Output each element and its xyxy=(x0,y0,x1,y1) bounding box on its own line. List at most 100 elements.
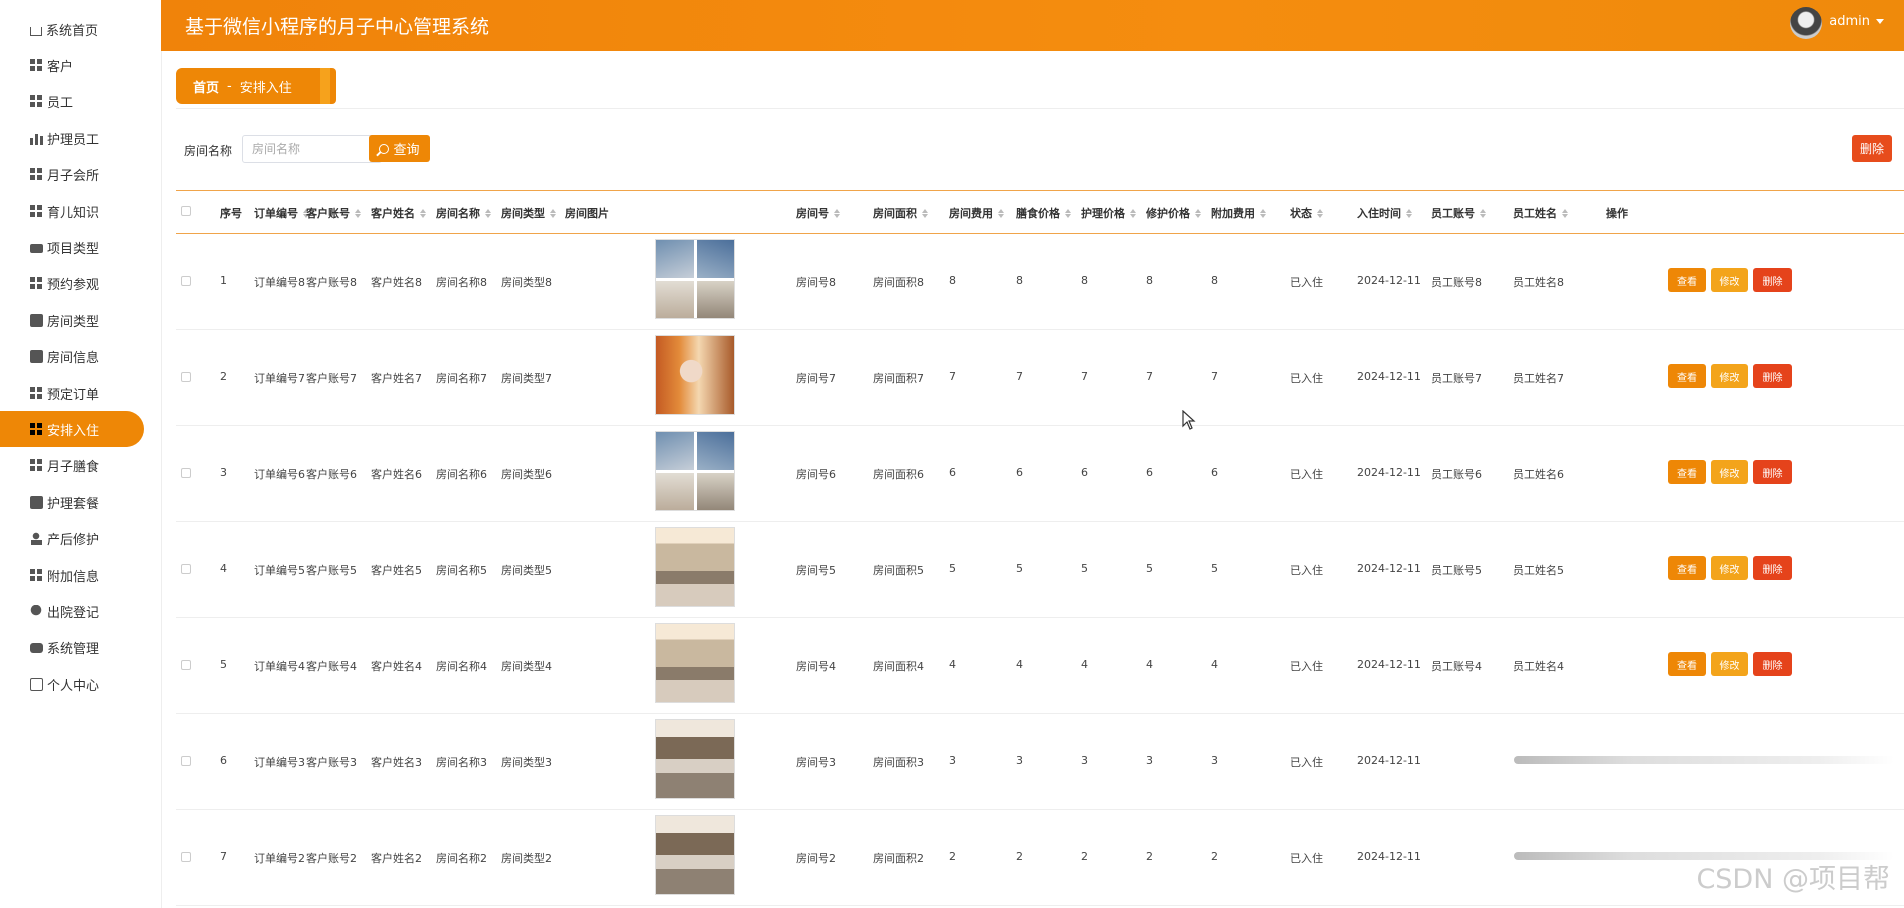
search-input[interactable] xyxy=(242,135,382,163)
living-room-photo-icon[interactable] xyxy=(655,623,735,703)
sidebar-item[interactable]: 月子会所 xyxy=(0,157,161,193)
sort-icon[interactable] xyxy=(1260,209,1266,218)
cell-account: 客户账号8 xyxy=(306,276,357,289)
cell-room-name: 房间名称8 xyxy=(436,276,487,289)
avatar[interactable] xyxy=(1790,7,1822,39)
delete-button[interactable]: 删除 xyxy=(1753,364,1792,388)
view-button[interactable]: 查看 xyxy=(1668,652,1706,676)
column-header[interactable]: 员工账号 xyxy=(1431,205,1486,221)
view-button[interactable]: 查看 xyxy=(1668,460,1706,484)
sidebar-item[interactable]: 安排入住 xyxy=(0,411,144,448)
row-checkbox[interactable] xyxy=(181,372,191,382)
column-header-label: 房间面积 xyxy=(873,207,917,220)
sort-icon[interactable] xyxy=(1195,209,1201,218)
sidebar-item[interactable]: 出院登记 xyxy=(0,593,161,629)
column-header[interactable]: 房间费用 xyxy=(949,205,1004,221)
sort-icon[interactable] xyxy=(998,209,1004,218)
view-button[interactable]: 查看 xyxy=(1668,556,1706,580)
breadcrumb-home[interactable]: 首页 xyxy=(193,77,219,96)
chevron-down-icon[interactable] xyxy=(1876,19,1884,24)
bedroom-photo-icon[interactable] xyxy=(655,815,735,895)
sidebar-item[interactable]: 客户 xyxy=(0,47,161,83)
sort-icon[interactable] xyxy=(1317,209,1323,218)
delete-button[interactable]: 删除 xyxy=(1753,652,1792,676)
query-button[interactable]: 查询 xyxy=(369,135,430,162)
column-header[interactable]: 膳食价格 xyxy=(1016,205,1071,221)
sidebar-item[interactable]: 个人中心 xyxy=(0,666,161,702)
row-checkbox[interactable] xyxy=(181,852,191,862)
sort-icon[interactable] xyxy=(420,209,426,218)
sidebar-item[interactable]: 预定订单 xyxy=(0,375,161,411)
grid-icon xyxy=(30,58,43,72)
column-header[interactable]: 房间号 xyxy=(796,205,840,221)
delete-button[interactable]: 删除 xyxy=(1753,460,1792,484)
sidebar-item[interactable]: 预约参观 xyxy=(0,266,161,302)
column-header[interactable]: 房间名称 xyxy=(436,205,491,221)
sort-icon[interactable] xyxy=(550,209,556,218)
column-header[interactable]: 订单编号 xyxy=(254,205,309,221)
edit-button[interactable]: 修改 xyxy=(1711,556,1748,580)
sidebar-item[interactable]: 房间信息 xyxy=(0,339,161,375)
sidebar-item[interactable]: 育儿知识 xyxy=(0,193,161,229)
sort-icon[interactable] xyxy=(1562,209,1568,218)
view-button[interactable]: 查看 xyxy=(1668,268,1706,292)
sidebar-item[interactable]: 附加信息 xyxy=(0,557,161,593)
edit-button[interactable]: 修改 xyxy=(1711,268,1748,292)
column-header[interactable]: 修护价格 xyxy=(1146,205,1201,221)
cell-status: 已入住 xyxy=(1290,564,1323,577)
column-header[interactable]: 状态 xyxy=(1290,205,1323,221)
sort-icon[interactable] xyxy=(834,209,840,218)
mother-baby-photo-icon[interactable] xyxy=(655,335,735,415)
user-name[interactable]: admin xyxy=(1829,14,1870,29)
cell-room-fee: 7 xyxy=(949,370,956,383)
column-header[interactable]: 附加费用 xyxy=(1211,205,1266,221)
sort-icon[interactable] xyxy=(485,209,491,218)
column-header[interactable]: 入住时间 xyxy=(1357,205,1412,221)
grid-icon xyxy=(30,386,43,400)
column-header[interactable]: 员工姓名 xyxy=(1513,205,1568,221)
row-checkbox[interactable] xyxy=(181,468,191,478)
photo-collage-icon[interactable] xyxy=(655,431,735,511)
edit-button[interactable]: 修改 xyxy=(1711,652,1748,676)
sort-icon[interactable] xyxy=(1480,209,1486,218)
sidebar-item[interactable]: 系统首页 xyxy=(0,11,161,47)
sidebar-item[interactable]: 护理套餐 xyxy=(0,484,161,520)
cell-no: 3 xyxy=(220,466,227,479)
row-checkbox[interactable] xyxy=(181,564,191,574)
sort-icon[interactable] xyxy=(922,209,928,218)
select-all-checkbox[interactable] xyxy=(181,206,191,216)
row-checkbox[interactable] xyxy=(181,660,191,670)
sidebar-item[interactable]: 系统管理 xyxy=(0,630,161,666)
sidebar-item[interactable]: 房间类型 xyxy=(0,302,161,338)
sidebar-item[interactable]: 产后修护 xyxy=(0,521,161,557)
column-header[interactable]: 房间面积 xyxy=(873,205,928,221)
column-header[interactable]: 房间类型 xyxy=(501,205,556,221)
cell-staff-account: 员工账号5 xyxy=(1431,564,1482,577)
sort-icon[interactable] xyxy=(355,209,361,218)
batch-delete-button[interactable]: 删除 xyxy=(1852,135,1892,162)
photo-collage-icon[interactable] xyxy=(655,239,735,319)
sidebar-item[interactable]: 项目类型 xyxy=(0,229,161,265)
column-header-label: 房间费用 xyxy=(949,207,993,220)
sort-icon[interactable] xyxy=(1406,209,1412,218)
edit-button[interactable]: 修改 xyxy=(1711,364,1748,388)
view-button[interactable]: 查看 xyxy=(1668,364,1706,388)
delete-button[interactable]: 删除 xyxy=(1753,556,1792,580)
delete-button[interactable]: 删除 xyxy=(1753,268,1792,292)
column-header[interactable]: 护理价格 xyxy=(1081,205,1136,221)
bedroom-photo-icon[interactable] xyxy=(655,719,735,799)
sidebar-item[interactable]: 护理员工 xyxy=(0,120,161,156)
sort-icon[interactable] xyxy=(1130,209,1136,218)
row-checkbox[interactable] xyxy=(181,756,191,766)
column-header[interactable]: 客户账号 xyxy=(306,205,361,221)
edit-button[interactable]: 修改 xyxy=(1711,460,1748,484)
sidebar-item[interactable]: 员工 xyxy=(0,84,161,120)
cell-room-type: 房间类型3 xyxy=(501,756,552,769)
row-checkbox[interactable] xyxy=(181,276,191,286)
living-room-photo-icon[interactable] xyxy=(655,527,735,607)
column-header[interactable]: 客户姓名 xyxy=(371,205,426,221)
cell-repair: 8 xyxy=(1146,274,1153,287)
cell-care: 7 xyxy=(1081,370,1088,383)
sort-icon[interactable] xyxy=(1065,209,1071,218)
sidebar-item[interactable]: 月子膳食 xyxy=(0,448,161,484)
